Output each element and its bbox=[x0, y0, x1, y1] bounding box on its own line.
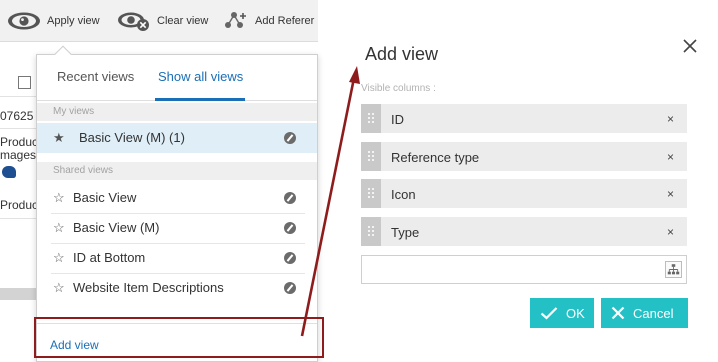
column-item-type[interactable]: Type × bbox=[361, 217, 687, 246]
dialog-title: Add view bbox=[365, 44, 439, 64]
active-tab-indicator bbox=[155, 98, 245, 101]
horizontal-scrollbar[interactable] bbox=[0, 288, 36, 300]
column-name: ID bbox=[391, 112, 404, 127]
remove-column-icon[interactable]: × bbox=[667, 225, 674, 239]
remove-column-icon[interactable]: × bbox=[667, 112, 674, 126]
views-tabs: Recent views Show all views bbox=[37, 55, 317, 101]
visible-columns-label: Visible columns : bbox=[361, 83, 436, 94]
column-item-icon[interactable]: Icon × bbox=[361, 179, 687, 208]
star-outline-icon[interactable]: ☆ bbox=[53, 190, 65, 206]
view-item-label: Basic View bbox=[73, 190, 137, 205]
view-item-label: ID at Bottom bbox=[73, 250, 146, 265]
grid-cell-text: Produc bbox=[0, 135, 38, 149]
view-item-id-at-bottom[interactable]: ☆ ID at Bottom bbox=[37, 243, 317, 273]
star-outline-icon[interactable]: ☆ bbox=[53, 280, 65, 296]
ok-label: OK bbox=[566, 305, 585, 321]
drag-handle-icon[interactable] bbox=[361, 179, 381, 208]
grid-cell-text: mages bbox=[0, 148, 37, 162]
clear-view-button[interactable]: Clear view bbox=[116, 0, 208, 42]
toolbar: Apply view Clear view Add Referer bbox=[0, 0, 318, 42]
star-outline-icon[interactable]: ☆ bbox=[53, 220, 65, 236]
add-reference-icon bbox=[225, 12, 246, 28]
column-name: Reference type bbox=[391, 150, 480, 165]
column-name: Type bbox=[391, 225, 420, 240]
grid-cell-id: 07625 bbox=[0, 109, 34, 123]
hierarchy-icon[interactable] bbox=[665, 261, 682, 278]
eye-clear-icon bbox=[118, 12, 149, 31]
remove-column-icon[interactable]: × bbox=[667, 187, 674, 201]
check-icon bbox=[540, 307, 558, 320]
grid-cell-text: Produc bbox=[0, 198, 38, 212]
column-item-id[interactable]: ID × bbox=[361, 104, 687, 133]
x-icon bbox=[611, 306, 625, 320]
edit-view-icon[interactable] bbox=[284, 132, 296, 144]
column-name: Icon bbox=[391, 187, 416, 202]
add-column-input[interactable] bbox=[361, 255, 687, 284]
cancel-label: Cancel bbox=[633, 305, 674, 321]
edit-view-icon[interactable] bbox=[284, 252, 296, 264]
remove-column-icon[interactable]: × bbox=[667, 150, 674, 164]
clear-view-label: Clear view bbox=[157, 15, 209, 27]
tab-recent-views[interactable]: Recent views bbox=[57, 69, 134, 84]
tab-show-all-views[interactable]: Show all views bbox=[158, 69, 243, 84]
column-item-reference-type[interactable]: Reference type × bbox=[361, 142, 687, 171]
star-filled-icon[interactable]: ★ bbox=[53, 130, 65, 146]
my-views-header: My views bbox=[37, 103, 317, 121]
star-outline-icon[interactable]: ☆ bbox=[53, 250, 65, 266]
highlight-callout bbox=[34, 317, 324, 358]
drag-handle-icon[interactable] bbox=[361, 104, 381, 133]
views-dropdown: Recent views Show all views My views ★ B… bbox=[36, 45, 318, 362]
close-icon[interactable] bbox=[682, 38, 698, 54]
ok-button[interactable]: OK bbox=[530, 298, 594, 328]
edit-view-icon[interactable] bbox=[284, 192, 296, 204]
add-reference-label: Add Referer bbox=[255, 15, 315, 27]
view-item-label: Basic View (M) (1) bbox=[79, 130, 185, 145]
apply-view-button[interactable]: Apply view bbox=[6, 0, 100, 42]
view-item-basic-view-m[interactable]: ☆ Basic View (M) bbox=[37, 213, 317, 243]
view-item-label: Website Item Descriptions bbox=[73, 280, 224, 295]
drag-handle-icon[interactable] bbox=[361, 217, 381, 246]
view-item-label: Basic View (M) bbox=[73, 220, 160, 235]
add-reference-button[interactable]: Add Referer bbox=[222, 0, 314, 42]
view-item-website-item-descriptions[interactable]: ☆ Website Item Descriptions bbox=[37, 273, 317, 303]
shared-views-header: Shared views bbox=[37, 162, 317, 180]
edit-view-icon[interactable] bbox=[284, 282, 296, 294]
drag-handle-icon[interactable] bbox=[361, 142, 381, 171]
edit-view-icon[interactable] bbox=[284, 222, 296, 234]
grid-divider bbox=[0, 128, 40, 129]
eye-icon bbox=[8, 12, 40, 30]
view-item-basic-view-m-1[interactable]: ★ Basic View (M) (1) bbox=[37, 123, 317, 153]
apply-view-label: Apply view bbox=[47, 15, 100, 27]
grid-divider bbox=[0, 96, 40, 97]
grid-thumbnail bbox=[2, 166, 16, 178]
cancel-button[interactable]: Cancel bbox=[601, 298, 688, 328]
grid-divider bbox=[0, 218, 40, 219]
select-all-checkbox[interactable] bbox=[18, 76, 31, 89]
view-item-basic-view[interactable]: ☆ Basic View bbox=[37, 183, 317, 213]
background-grid: 07625 Produc mages Produc bbox=[0, 42, 40, 362]
